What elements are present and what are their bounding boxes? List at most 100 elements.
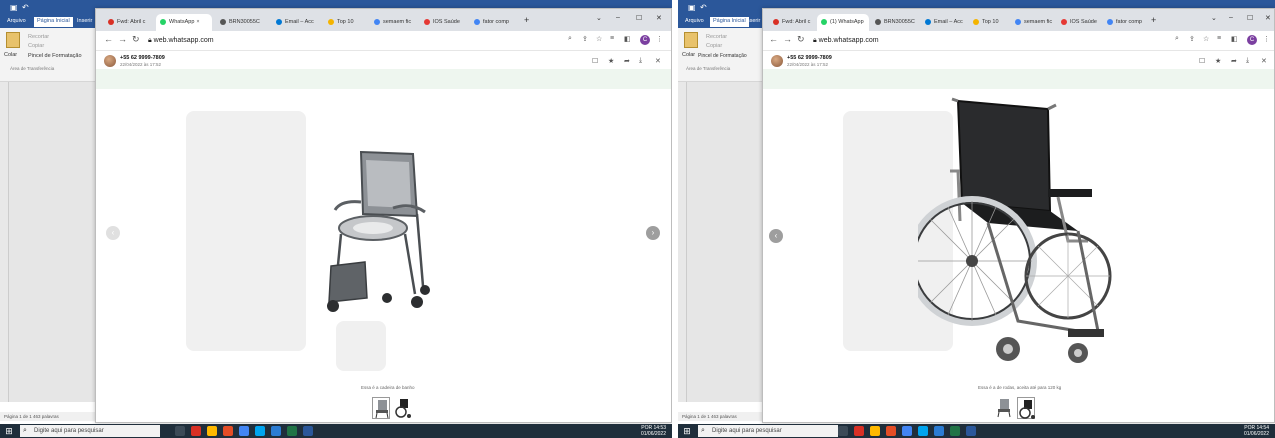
sidepanel-icon[interactable]: ◧ bbox=[1231, 35, 1238, 43]
avatar[interactable] bbox=[104, 55, 116, 67]
download-icon[interactable]: ⤓ bbox=[1246, 57, 1249, 65]
thumbnail-wheelchair[interactable] bbox=[394, 397, 412, 419]
chrome-icon[interactable] bbox=[239, 426, 249, 436]
zoom-icon[interactable]: ⌕ bbox=[1175, 35, 1179, 43]
app-icon[interactable] bbox=[854, 426, 864, 436]
tab-inserir[interactable]: Inserir bbox=[74, 17, 95, 27]
paste-icon[interactable] bbox=[684, 32, 698, 48]
excel-icon[interactable] bbox=[287, 426, 297, 436]
word-icon[interactable] bbox=[303, 426, 313, 436]
close-tab-icon[interactable]: × bbox=[196, 19, 199, 25]
avatar[interactable] bbox=[771, 55, 783, 67]
copy-button[interactable]: Copiar bbox=[706, 43, 722, 49]
menu-icon[interactable]: ⋮ bbox=[656, 35, 663, 43]
reload-icon[interactable]: ↻ bbox=[797, 34, 805, 45]
tab-whatsapp[interactable]: (1) WhatsApp bbox=[817, 14, 869, 31]
excel-icon[interactable] bbox=[950, 426, 960, 436]
tab-arquivo[interactable]: Arquivo bbox=[682, 17, 707, 27]
tab-inserir[interactable]: Inserir bbox=[742, 17, 763, 27]
tab-brn[interactable]: BRN30055C bbox=[871, 14, 919, 31]
close-window-button[interactable]: ✕ bbox=[656, 14, 662, 22]
close-viewer-icon[interactable]: ✕ bbox=[655, 57, 661, 65]
reading-list-icon[interactable]: ≡ bbox=[1217, 35, 1221, 42]
reply-icon[interactable]: ☐ bbox=[592, 57, 598, 65]
profile-avatar[interactable]: C bbox=[640, 35, 650, 45]
forward-message-icon[interactable]: ➦ bbox=[624, 57, 630, 65]
close-viewer-icon[interactable]: ✕ bbox=[1261, 57, 1267, 65]
tab-pagina-inicial[interactable]: Página Inicial bbox=[34, 17, 73, 27]
sidepanel-icon[interactable]: ◧ bbox=[624, 35, 631, 43]
new-tab-button[interactable]: + bbox=[524, 15, 529, 25]
cut-button[interactable]: Recortar bbox=[706, 34, 727, 40]
windows-start-icon[interactable]: ⊞ bbox=[682, 426, 692, 436]
back-icon[interactable]: ← bbox=[104, 34, 113, 44]
skype-icon[interactable] bbox=[918, 426, 928, 436]
next-media-arrow[interactable]: › bbox=[646, 226, 660, 240]
paste-label[interactable]: Colar bbox=[4, 52, 17, 58]
taskbar-search[interactable]: ⌕ Digite aqui para pesquisar bbox=[698, 425, 838, 437]
share-icon[interactable]: ⇪ bbox=[1189, 35, 1195, 43]
tab-brn[interactable]: BRN30055C bbox=[216, 14, 270, 31]
close-window-button[interactable]: ✕ bbox=[1265, 14, 1271, 22]
reload-icon[interactable]: ↻ bbox=[132, 34, 140, 45]
thumbnail-wheelchair[interactable] bbox=[1017, 397, 1035, 419]
previous-media-arrow[interactable]: ‹ bbox=[769, 229, 783, 243]
system-tray[interactable]: POR 14:53 01/06/2022 bbox=[641, 425, 666, 437]
tab-ios-saude[interactable]: IOS Saúde bbox=[1057, 14, 1101, 31]
forward-message-icon[interactable]: ➦ bbox=[1231, 57, 1237, 65]
format-painter-button[interactable]: Pincel de Formatação bbox=[28, 53, 82, 59]
save-icon[interactable]: ▣ bbox=[688, 3, 696, 12]
app-icon[interactable] bbox=[271, 426, 281, 436]
back-icon[interactable]: ← bbox=[769, 34, 778, 44]
reply-icon[interactable]: ☐ bbox=[1199, 57, 1205, 65]
reading-list-icon[interactable]: ≡ bbox=[610, 35, 614, 42]
word-icon[interactable] bbox=[966, 426, 976, 436]
windows-start-icon[interactable]: ⊞ bbox=[4, 426, 14, 436]
paste-label[interactable]: Colar bbox=[682, 52, 695, 58]
chrome-icon[interactable] bbox=[902, 426, 912, 436]
tab-email[interactable]: Email – Acc bbox=[921, 14, 967, 31]
forward-icon[interactable]: → bbox=[783, 34, 792, 44]
taskbar-search[interactable]: ⌕ Digite aqui para pesquisar bbox=[20, 425, 160, 437]
star-icon[interactable]: ☆ bbox=[596, 35, 602, 43]
tab-search-icon[interactable]: ⌄ bbox=[1211, 14, 1217, 22]
paste-icon[interactable] bbox=[6, 32, 20, 48]
new-tab-button[interactable]: + bbox=[1151, 15, 1156, 25]
cut-button[interactable]: Recortar bbox=[28, 34, 49, 40]
star-message-icon[interactable]: ★ bbox=[608, 57, 614, 65]
undo-icon[interactable]: ↶ bbox=[700, 3, 707, 12]
tab-top10[interactable]: Top 10 bbox=[324, 14, 368, 31]
profile-avatar[interactable]: C bbox=[1247, 35, 1257, 45]
minimize-button[interactable]: – bbox=[616, 14, 620, 21]
format-painter-button[interactable]: Pincel de Formatação bbox=[698, 53, 747, 59]
thumbnail-shower-chair[interactable] bbox=[372, 397, 390, 419]
file-explorer-icon[interactable] bbox=[870, 426, 880, 436]
menu-icon[interactable]: ⋮ bbox=[1263, 35, 1270, 43]
minimize-button[interactable]: – bbox=[1229, 14, 1233, 21]
forward-icon[interactable]: → bbox=[118, 34, 127, 44]
thumbnail-shower-chair[interactable] bbox=[995, 397, 1013, 419]
tab-fator[interactable]: fator comp bbox=[470, 14, 518, 31]
tab-semaem[interactable]: semaem fic bbox=[1011, 14, 1055, 31]
maximize-button[interactable]: ☐ bbox=[636, 14, 642, 22]
system-tray[interactable]: POR 14:54 01/06/2022 bbox=[1244, 425, 1269, 437]
app-icon[interactable] bbox=[934, 426, 944, 436]
file-explorer-icon[interactable] bbox=[207, 426, 217, 436]
copy-button[interactable]: Copiar bbox=[28, 43, 44, 49]
tab-email[interactable]: Email – Acc bbox=[272, 14, 322, 31]
maximize-button[interactable]: ☐ bbox=[1247, 14, 1253, 22]
tab-arquivo[interactable]: Arquivo bbox=[4, 17, 29, 27]
save-icon[interactable]: ▣ bbox=[10, 3, 18, 12]
undo-icon[interactable]: ↶ bbox=[22, 3, 29, 12]
previous-media-arrow[interactable]: ‹ bbox=[106, 226, 120, 240]
skype-icon[interactable] bbox=[255, 426, 265, 436]
star-message-icon[interactable]: ★ bbox=[1215, 57, 1221, 65]
task-view-icon[interactable] bbox=[838, 426, 848, 436]
tab-whatsapp[interactable]: WhatsApp × bbox=[156, 14, 212, 31]
tab-top10[interactable]: Top 10 bbox=[969, 14, 1009, 31]
share-icon[interactable]: ⇪ bbox=[582, 35, 588, 43]
tab-gmail[interactable]: Fwd: Abril c bbox=[769, 14, 815, 31]
download-icon[interactable]: ⤓ bbox=[639, 57, 642, 65]
address-bar[interactable]: 🔒︎ web.whatsapp.com bbox=[148, 34, 214, 48]
tab-ios-saude[interactable]: IOS Saúde bbox=[420, 14, 468, 31]
